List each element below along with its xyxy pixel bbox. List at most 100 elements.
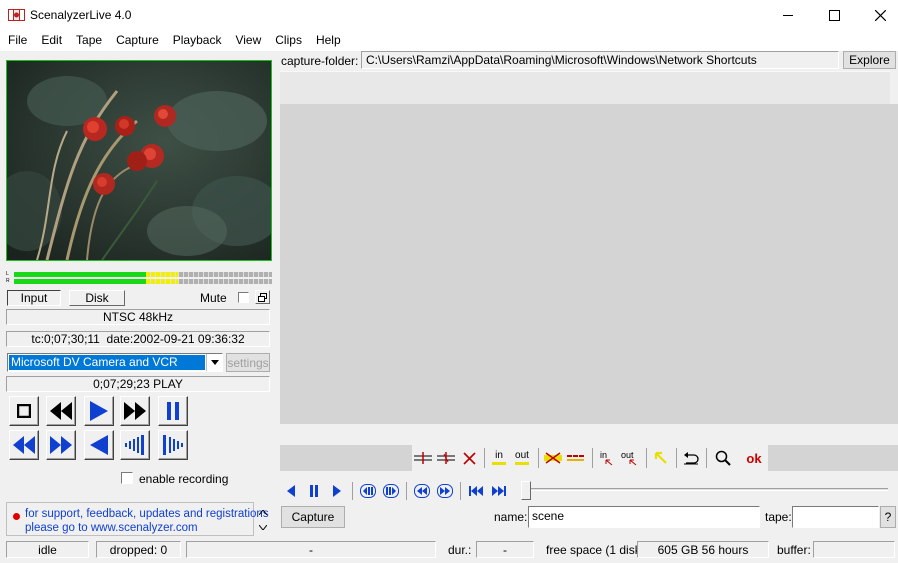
go-to-in-button[interactable]: in xyxy=(596,447,618,469)
undo-button[interactable] xyxy=(680,447,702,469)
scene-forward-button[interactable] xyxy=(434,480,456,502)
toolbar-separator xyxy=(676,448,677,468)
status-duration: - xyxy=(476,541,534,558)
status-state: idle xyxy=(6,541,89,558)
pause-icon xyxy=(167,402,179,420)
marks-icon xyxy=(567,455,584,461)
device-dropdown-button[interactable] xyxy=(206,354,222,371)
status-dropped: dropped: 0 xyxy=(96,541,181,558)
settings-label: settings xyxy=(227,355,269,370)
join-scene-button[interactable] xyxy=(435,447,457,469)
capture-folder-path-text: C:\Users\Ramzi\AppData\Roaming\Microsoft… xyxy=(366,53,757,67)
disk-source-button[interactable]: Disk xyxy=(69,290,125,306)
play-status-text: 0;07;29;23 PLAY xyxy=(93,377,183,391)
jog-reverse-button[interactable] xyxy=(120,430,150,460)
play-icon xyxy=(333,485,341,497)
play-status-display: 0;07;29;23 PLAY xyxy=(6,376,270,392)
help-button[interactable]: ? xyxy=(880,506,896,528)
toolbar-separator xyxy=(538,448,539,468)
name-input[interactable]: scene xyxy=(528,506,760,528)
scene-rewind-button[interactable] xyxy=(411,480,433,502)
menu-clips[interactable]: Clips xyxy=(268,31,309,51)
edit-toolbar-right-space xyxy=(768,445,898,471)
capture-button[interactable]: Capture xyxy=(281,506,345,528)
support-line-1: for support, feedback, updates and regis… xyxy=(25,508,269,520)
zoom-button[interactable] xyxy=(712,447,734,469)
pause-button[interactable] xyxy=(158,396,188,426)
support-panel: for support, feedback, updates and regis… xyxy=(6,502,269,536)
video-format-display: NTSC 48kHz xyxy=(6,309,270,325)
position-slider[interactable] xyxy=(520,480,888,500)
mute-checkbox[interactable] xyxy=(238,292,249,303)
go-to-out-button[interactable]: out xyxy=(619,447,641,469)
toolbar-separator xyxy=(352,482,353,500)
chevron-down-icon xyxy=(210,360,219,365)
show-marks-button[interactable] xyxy=(565,447,587,469)
app-icon xyxy=(8,7,25,23)
input-source-button[interactable]: Input xyxy=(7,290,61,306)
support-scroll[interactable] xyxy=(256,504,270,536)
close-button[interactable] xyxy=(857,0,898,31)
go-to-end-button[interactable] xyxy=(488,480,510,502)
explore-button[interactable]: Explore xyxy=(843,51,896,69)
jog-forward-icon xyxy=(163,435,183,455)
toolbar-separator xyxy=(460,482,461,500)
split-scene-icon xyxy=(414,452,432,464)
ok-button[interactable]: ok xyxy=(742,447,766,469)
stop-button[interactable] xyxy=(9,396,39,426)
fast-forward-button[interactable] xyxy=(120,396,150,426)
menu-edit[interactable]: Edit xyxy=(34,31,69,51)
minimize-button[interactable] xyxy=(765,0,811,31)
ok-label: ok xyxy=(746,450,762,466)
device-settings-button[interactable]: settings xyxy=(226,353,270,372)
fast-forward-play-button[interactable] xyxy=(46,430,76,460)
device-select[interactable]: Microsoft DV Camera and VCR xyxy=(7,353,223,372)
scene-play-button[interactable] xyxy=(326,480,348,502)
frame-back-button[interactable] xyxy=(357,480,379,502)
menu-help[interactable]: Help xyxy=(309,31,348,51)
status-dur-label: dur.: xyxy=(448,543,472,557)
scene-list[interactable] xyxy=(280,71,890,104)
menu-tape[interactable]: Tape xyxy=(69,31,109,51)
enable-recording-label: enable recording xyxy=(139,472,229,486)
meter-channel-label-left: L xyxy=(6,271,9,277)
delete-scene-button[interactable] xyxy=(458,447,480,469)
reverse-play-button[interactable] xyxy=(84,430,114,460)
remove-marks-button[interactable] xyxy=(542,447,564,469)
status-current-scene: - xyxy=(186,541,436,558)
go-to-start-button[interactable] xyxy=(465,480,487,502)
storyboard-area[interactable] xyxy=(280,104,898,424)
support-bullet-icon xyxy=(13,513,20,520)
join-scene-icon xyxy=(437,452,455,464)
jog-forward-button[interactable] xyxy=(158,430,188,460)
maximize-button[interactable] xyxy=(811,0,857,31)
scene-pause-button[interactable] xyxy=(303,480,325,502)
tape-input[interactable] xyxy=(792,506,879,528)
rewind-button[interactable] xyxy=(46,396,76,426)
in-marker-icon xyxy=(492,462,506,465)
play-button[interactable] xyxy=(84,396,114,426)
set-out-point-button[interactable]: out xyxy=(511,447,533,469)
split-scene-button[interactable] xyxy=(412,447,434,469)
scene-reverse-button[interactable] xyxy=(280,480,302,502)
detach-preview-button[interactable] xyxy=(255,290,270,304)
menu-capture[interactable]: Capture xyxy=(109,31,166,51)
jump-back-button[interactable] xyxy=(650,447,672,469)
frame-back-icon xyxy=(360,484,376,498)
slider-thumb[interactable] xyxy=(521,481,531,500)
menu-file[interactable]: File xyxy=(1,31,34,51)
menu-view[interactable]: View xyxy=(228,31,268,51)
toolbar-separator xyxy=(706,448,707,468)
fast-rewind-play-button[interactable] xyxy=(9,430,39,460)
in-label: in xyxy=(495,450,503,461)
support-line-2: please go to www.scenalyzer.com xyxy=(25,522,198,534)
go-to-out-icon: out xyxy=(621,450,637,466)
capture-folder-path[interactable]: C:\Users\Ramzi\AppData\Roaming\Microsoft… xyxy=(361,51,839,69)
menu-playback[interactable]: Playback xyxy=(166,31,229,51)
video-format-text: NTSC 48kHz xyxy=(102,310,173,324)
window-title: ScenalyzerLive 4.0 xyxy=(30,8,132,22)
frame-forward-button[interactable] xyxy=(380,480,402,502)
set-in-point-button[interactable]: in xyxy=(488,447,510,469)
edit-toolbar-left-space xyxy=(280,445,412,471)
enable-recording-checkbox[interactable] xyxy=(121,472,133,484)
